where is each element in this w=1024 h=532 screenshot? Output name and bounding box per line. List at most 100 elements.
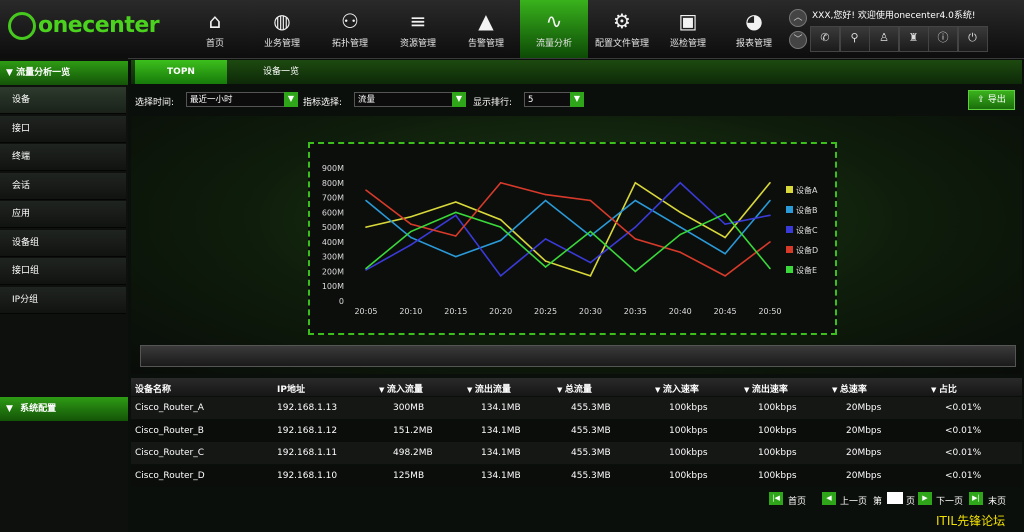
table-row[interactable]: Cisco_Router_A 192.168.1.13 300MB 134.1MB 45…: [131, 397, 1022, 419]
nav-label: 告警管理: [467, 39, 504, 49]
export-button[interactable]: ⇪ 导出: [968, 90, 1015, 110]
user-icon[interactable]: ♙: [869, 26, 899, 52]
export-icon: ⇪: [977, 95, 985, 105]
column-header[interactable]: ▼ 流出流量: [467, 382, 511, 395]
column-header[interactable]: ▼ 流出速率: [744, 382, 788, 395]
table-row[interactable]: Cisco_Router_C 192.168.1.11 498.2MB 134.1MB…: [131, 442, 1022, 464]
data-point: [454, 235, 457, 237]
scroll-up-icon[interactable]: ︿: [789, 9, 807, 27]
prev-page-link[interactable]: 上一页: [840, 494, 867, 507]
phone-icon[interactable]: ✆: [810, 26, 840, 52]
data-point: [499, 239, 502, 242]
tab-topn[interactable]: TOPN: [135, 60, 227, 84]
nav-item-2[interactable]: ⚇ 拓扑管理: [316, 0, 384, 58]
nav-item-3[interactable]: ≡ 资源管理: [384, 0, 452, 58]
sidebar-section-system[interactable]: ▼ 系统配置: [0, 397, 128, 421]
x-tick-label: 20:20: [489, 307, 512, 316]
x-tick-label: 20:25: [534, 307, 557, 316]
nav-item-5[interactable]: ∿ 流量分析: [520, 0, 588, 58]
sort-arrow-icon[interactable]: ▼: [557, 386, 565, 394]
nav-label: 拓扑管理: [331, 39, 368, 49]
y-tick-label: 900M: [322, 164, 344, 173]
tab-device-list[interactable]: 设备一览: [241, 60, 321, 84]
last-page-link[interactable]: 末页: [988, 494, 1006, 507]
sidebar-section-title: 流量分析一览: [16, 68, 71, 78]
time-select[interactable]: 最近一小时 ▼: [186, 92, 298, 107]
sort-arrow-icon[interactable]: ▼: [744, 386, 752, 394]
metric-select-value: 流量: [358, 95, 376, 105]
metric-select[interactable]: 流量 ▼: [354, 92, 466, 107]
table-cell: 100kbps: [758, 448, 797, 458]
nav-item-0[interactable]: ⌂ 首页: [181, 0, 249, 58]
shirt-icon[interactable]: ♜: [898, 26, 929, 52]
sidebar-item-4[interactable]: 应用: [0, 201, 126, 228]
sidebar-item-2[interactable]: 终端: [0, 144, 126, 171]
page-suffix: 页: [906, 497, 916, 507]
sidebar-section-traffic[interactable]: ▼ 流量分析一览: [0, 61, 128, 85]
chevron-down-icon[interactable]: ▼: [452, 92, 466, 107]
sidebar-item-5[interactable]: 设备组: [0, 229, 126, 257]
sort-arrow-icon[interactable]: ▼: [655, 386, 663, 394]
table-cell: 100kbps: [758, 470, 797, 481]
next-page-link[interactable]: 下一页: [936, 494, 963, 507]
sort-arrow-icon[interactable]: ▼: [467, 386, 475, 394]
scroll-down-icon[interactable]: ﹀: [789, 31, 807, 49]
data-point: [454, 214, 457, 217]
y-tick-label: 100M: [322, 282, 344, 291]
power-icon[interactable]: ⏻: [957, 26, 988, 52]
nav-label: 报表管理: [735, 39, 772, 49]
table-row[interactable]: Cisco_Router_B 192.168.1.12 151.2MB 134.1MB…: [131, 419, 1022, 442]
nav-item-4[interactable]: ▲ 告警管理: [452, 0, 520, 58]
column-header[interactable]: ▼ 总流量: [557, 382, 592, 395]
prev-page-icon[interactable]: ◀: [822, 492, 836, 505]
last-page-icon[interactable]: ▶|: [969, 492, 983, 505]
data-point: [454, 201, 457, 203]
column-header[interactable]: 设备名称: [135, 382, 171, 395]
next-page-icon[interactable]: ▶: [918, 492, 932, 505]
nav-item-1[interactable]: ◍ 业务管理: [248, 0, 316, 58]
table-cell: 455.3MB: [571, 403, 611, 413]
nav-item-6[interactable]: ⚙ 配置文件管理: [588, 0, 656, 58]
first-page-icon[interactable]: |◀: [769, 492, 783, 505]
nav-item-7[interactable]: ▣ 巡检管理: [654, 0, 722, 58]
sidebar-item-3[interactable]: 会话: [0, 172, 126, 200]
sort-arrow-icon[interactable]: ▼: [832, 386, 840, 394]
chevron-down-icon[interactable]: ▼: [570, 92, 584, 107]
column-header[interactable]: ▼ 占比: [931, 382, 957, 395]
sidebar-item-6[interactable]: 接口组: [0, 258, 126, 285]
sidebar-item-1[interactable]: 接口: [0, 115, 126, 143]
column-header[interactable]: ▼ 总速率: [832, 382, 867, 395]
column-header[interactable]: IP地址: [277, 382, 305, 395]
sort-arrow-icon[interactable]: ▼: [931, 386, 939, 394]
nav-item-8[interactable]: ◕ 报表管理: [720, 0, 788, 58]
column-header[interactable]: ▼ 流入速率: [655, 382, 699, 395]
x-tick-label: 20:10: [399, 307, 422, 316]
sidebar-item-0[interactable]: 设备: [0, 87, 126, 114]
config-file-icon: ⚙: [613, 9, 631, 33]
nav-label: 巡检管理: [669, 39, 706, 49]
sort-arrow-icon[interactable]: ▼: [379, 386, 387, 394]
table-cell: 455.3MB: [571, 425, 611, 436]
onecenter-logo[interactable]: onecenter: [8, 8, 160, 42]
x-tick-label: 20:50: [758, 307, 781, 316]
table-cell: <0.01%: [945, 470, 982, 481]
x-tick-label: 20:05: [354, 307, 377, 316]
chevron-down-icon[interactable]: ▼: [284, 92, 298, 107]
table-cell: 20Mbps: [846, 470, 882, 481]
table-row[interactable]: Cisco_Router_D 192.168.1.10 125MB 134.1MB 45…: [131, 464, 1022, 487]
data-point: [769, 199, 771, 202]
page-number-input[interactable]: [887, 492, 903, 504]
sidebar-item-7[interactable]: IP分组: [0, 286, 126, 314]
legend-label: 设备A: [796, 185, 818, 195]
rank-select[interactable]: 5 ▼: [524, 92, 584, 107]
data-point: [679, 233, 682, 236]
data-point: [365, 199, 367, 202]
search-icon[interactable]: ⚲: [839, 26, 870, 52]
info-icon[interactable]: ⓘ: [928, 26, 958, 52]
column-header[interactable]: ▼ 流入流量: [379, 382, 423, 395]
column-header-label: 流出速率: [751, 385, 788, 395]
legend-swatch: [786, 266, 793, 273]
first-page-link[interactable]: 首页: [788, 494, 806, 507]
table-cell: 300MB: [393, 403, 425, 413]
x-tick-label: 20:35: [624, 307, 647, 316]
